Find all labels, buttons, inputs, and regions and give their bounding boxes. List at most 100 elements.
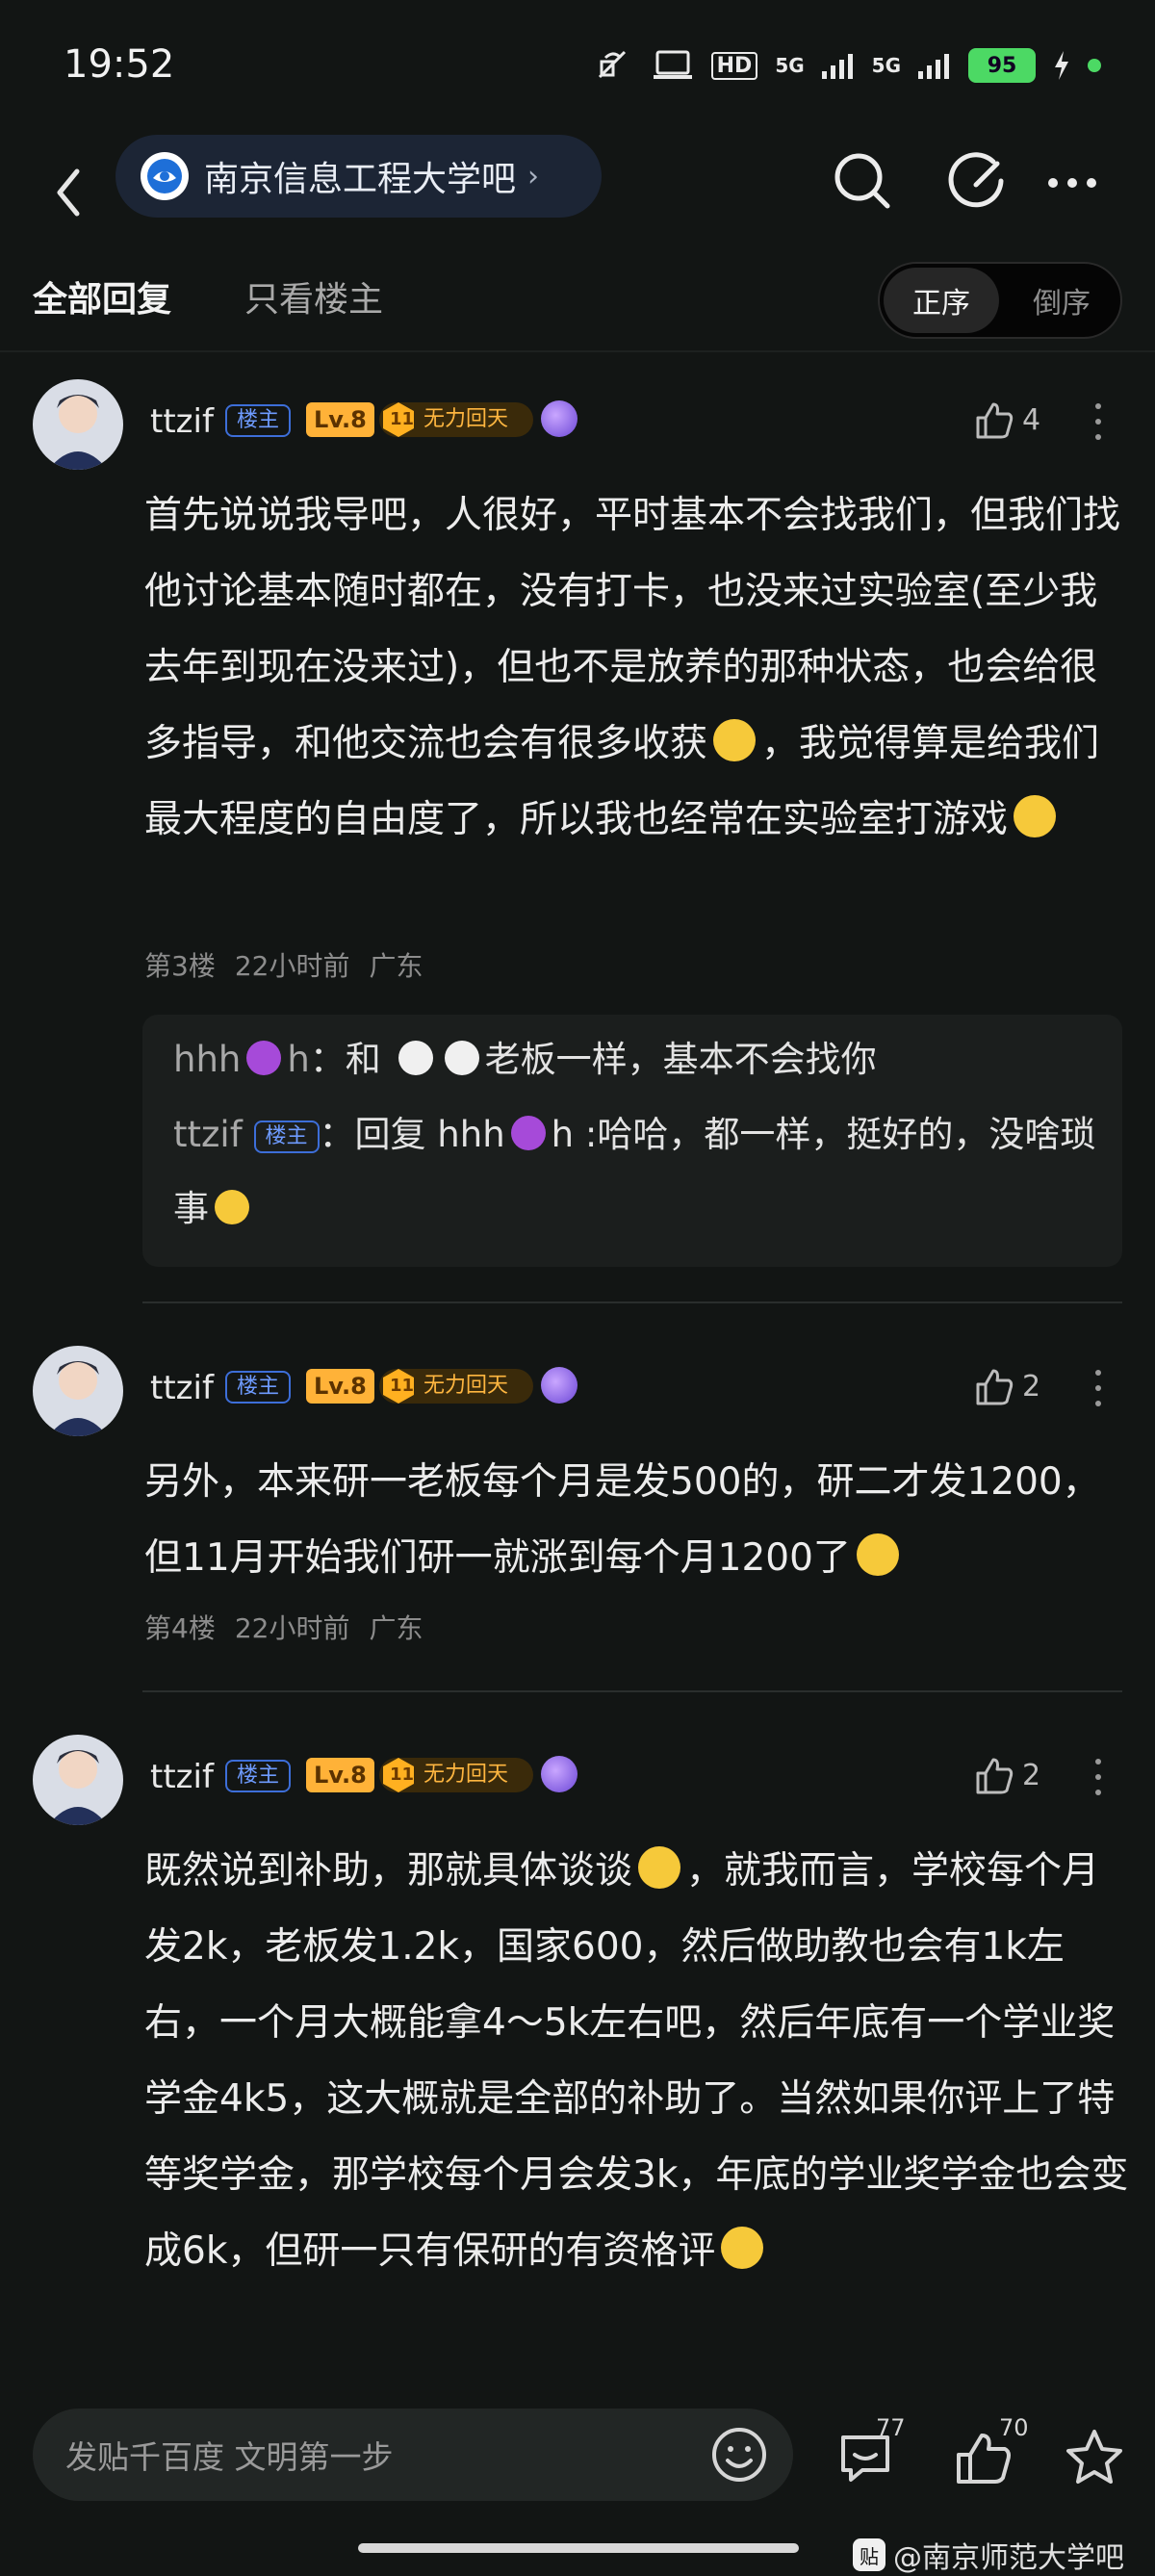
top-bar: 南京信息工程大学吧 › [0,135,1155,260]
mouse-emoji-icon [444,1041,479,1075]
privacy-dot-icon [1088,59,1101,72]
forum-logo-icon [141,152,189,200]
home-indicator[interactable] [358,2543,799,2553]
grin-emoji-icon [1014,795,1057,837]
like-button[interactable]: 2 [972,1365,1040,1407]
hug-emoji-icon [721,2227,764,2269]
more-icon[interactable] [1034,142,1111,219]
mouse-emoji-icon [398,1041,433,1075]
username[interactable]: ttzif [150,402,214,441]
post-location: 广东 [369,950,424,982]
network-label-2: 5G [871,54,901,77]
sub-replies[interactable]: hhh h：和 老板一样，基本不会找你 ttzif 楼主 ：回复 hhh h :哈哈，… [142,1015,1122,1267]
username[interactable]: ttzif [150,1369,214,1407]
like-count: 2 [1022,1369,1041,1404]
post-time: 22小时前 [234,950,350,982]
watermark: 贴 @南京师范大学吧 [853,2534,1124,2576]
sub-reply-user[interactable]: ttzif [173,1114,243,1155]
honor-number: 11 [390,409,415,429]
sub-reply: ttzif 楼主 ：回复 hhh h :哈哈，都一样，挺好的，没啥琐事 [173,1114,1096,1229]
like-count: 4 [1022,402,1041,437]
back-icon[interactable] [38,154,116,231]
floor-number: 第3楼 [144,950,216,982]
devil-emoji-icon [510,1116,546,1150]
status-icons: HD 5G 5G 95 [592,46,1101,85]
post-text: 另外，本来研一老板每个月是发500的，研二才发1200，但11月开始我们研一就涨… [144,1460,1100,1580]
sub-reply-user[interactable]: hhh h [173,1039,310,1080]
mute-icon [598,50,626,79]
sort-desc-button[interactable]: 倒序 [1005,268,1118,333]
post-more-icon[interactable] [1084,1367,1113,1409]
forum-name: 南京信息工程大学吧 [204,160,517,199]
search-icon[interactable] [824,142,901,219]
divider [142,1301,1122,1303]
post-text: 既然说到补助，那就具体谈谈 [144,1849,633,1893]
divider [0,350,1155,352]
post-body: 另外，本来研一老板每个月是发500的，研二才发1200，但11月开始我们研一就涨… [144,1444,1130,1596]
avatar[interactable] [33,379,123,470]
honor-badge: 11 无力回天 [379,1758,533,1792]
yum-emoji-icon [638,1846,681,1889]
owner-badge: 楼主 [253,1121,320,1153]
sort-asc-button[interactable]: 正序 [884,268,999,333]
yum-emoji-icon [215,1190,249,1224]
avatar[interactable] [33,1346,123,1436]
hug-emoji-icon [713,719,757,761]
hd-icon: HD [710,51,758,80]
planet-badge-icon [541,1367,578,1404]
post-text-cont: ，就我而言，学校每个月发2k，老板发1.2k，国家600，然后做助教也会有1k左… [144,1849,1129,2273]
level-badge: Lv.8 [306,1369,374,1404]
floor-number: 第4楼 [144,1612,216,1644]
like-button[interactable]: 4 [972,399,1040,441]
emoji-icon[interactable] [708,2424,770,2486]
divider [142,1690,1122,1692]
like-count: 2 [1022,1758,1041,1792]
sub-reply: hhh h：和 老板一样，基本不会找你 [173,1039,877,1080]
forum-button[interactable]: 南京信息工程大学吧 › [116,135,602,218]
honor-number: 11 [390,1376,415,1396]
planet-badge-icon [541,400,578,437]
post-more-icon[interactable] [1084,400,1113,443]
bottom-bar: 发贴千百度 文明第一步 77 70 贴 @南京师范大学吧 [0,2370,1155,2575]
honor-badge: 11 无力回天 [379,402,533,437]
avatar[interactable] [33,1735,123,1825]
battery-icon: 95 [968,48,1036,83]
status-time: 19:52 [64,42,175,87]
planet-badge-icon [541,1756,578,1792]
edit-icon[interactable] [941,142,1018,219]
signal-icon-2 [918,54,949,79]
post-time: 22小时前 [234,1612,350,1644]
sort-toggle: 正序 倒序 [878,262,1122,339]
chevron-right-icon: › [527,159,540,193]
honor-number: 11 [390,1765,415,1785]
tab-all-replies[interactable]: 全部回复 [33,271,171,322]
network-label-1: 5G [775,54,805,77]
signal-icon [821,54,853,79]
owner-badge: 楼主 [225,1371,292,1404]
star-icon[interactable] [1063,2426,1126,2489]
laptop-icon [653,50,692,79]
owner-badge: 楼主 [225,404,292,437]
level-badge: Lv.8 [306,1758,374,1792]
username[interactable]: ttzif [150,1758,214,1796]
tieba-logo-icon: 贴 [853,2538,886,2571]
like-button[interactable]: 2 [972,1754,1040,1796]
honor-label: 无力回天 [424,1374,509,1398]
post-body: 首先说说我导吧，人很好，平时基本不会找我们，但我们找他讨论基本随时都在，没有打卡… [144,477,1130,858]
reply-input[interactable]: 发贴千百度 文明第一步 [33,2409,793,2501]
comment-count: 77 [876,2414,906,2441]
yum-emoji-icon [856,1533,899,1576]
reply-tabs: 全部回复 只看楼主 正序 倒序 [0,252,1155,348]
thumbs-up-icon [976,1369,1014,1405]
charging-icon [1055,51,1068,80]
post-body: 既然说到补助，那就具体谈谈 ，就我而言，学校每个月发2k，老板发1.2k，国家60… [144,1833,1130,2289]
tab-owner-only[interactable]: 只看楼主 [244,271,383,322]
post-more-icon[interactable] [1084,1756,1113,1798]
honor-label: 无力回天 [424,1763,509,1787]
thumbs-up-icon [976,402,1014,439]
like-count: 70 [999,2414,1029,2441]
watermark-text: @南京师范大学吧 [893,2541,1124,2575]
devil-emoji-icon [246,1041,282,1075]
thumbs-up-icon [976,1758,1014,1794]
post-meta: 第4楼 22小时前 广东 [144,1608,442,1646]
